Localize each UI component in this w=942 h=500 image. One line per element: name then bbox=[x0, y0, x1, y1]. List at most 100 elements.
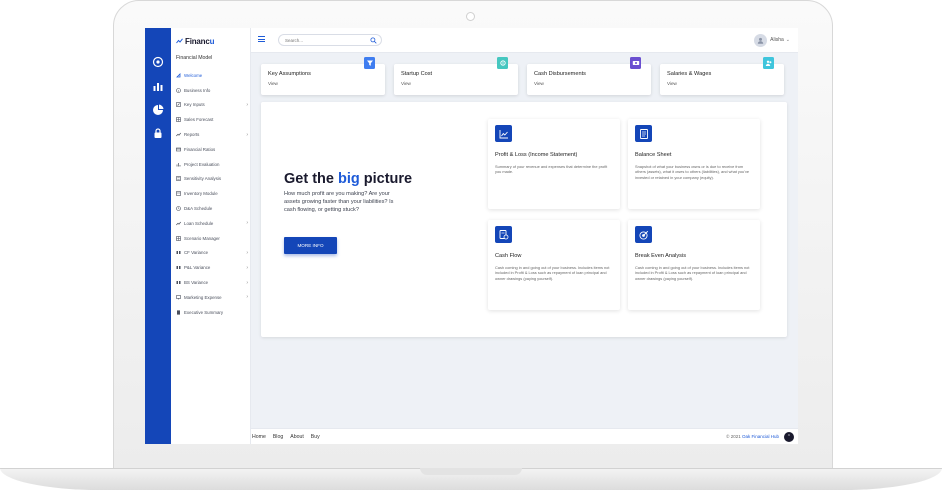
sidebar-item-p-l-variance[interactable]: P&L Variance › bbox=[176, 260, 248, 275]
sidebar-item-scenario-manager[interactable]: Scenario Manager bbox=[176, 231, 248, 246]
search-input[interactable] bbox=[285, 38, 365, 43]
dashboard-icon[interactable] bbox=[152, 56, 164, 68]
sidebar-item-bs-variance[interactable]: BS Variance › bbox=[176, 275, 248, 290]
copyright-brand[interactable]: Oak Financial Hub bbox=[742, 434, 779, 439]
sidebar-item-marketing-expense[interactable]: Marketing Expense › bbox=[176, 290, 248, 305]
laptop-notch bbox=[420, 468, 522, 475]
feature-card-icon bbox=[495, 226, 512, 243]
sidebar-item-sensitivity-analysis[interactable]: Sensitivity Analysis bbox=[176, 172, 248, 187]
feature-card-balance-sheet[interactable]: Balance Sheet Snapshot of what your busin… bbox=[628, 119, 760, 209]
key-card-cash-disbursements[interactable]: Cash Disbursements View bbox=[527, 57, 651, 95]
footer-links: Home Blog About Buy bbox=[252, 434, 320, 440]
sidebar-item-executive-summary[interactable]: Executive Summary bbox=[176, 305, 248, 320]
user-icon bbox=[757, 37, 764, 44]
clock-icon bbox=[176, 206, 181, 211]
user-menu[interactable]: Alisha ⌄ bbox=[754, 33, 790, 47]
footer-link-about[interactable]: About bbox=[290, 434, 304, 440]
bar-chart-icon bbox=[176, 162, 181, 167]
menu-toggle-icon[interactable] bbox=[258, 36, 265, 42]
feature-card-title: Cash Flow bbox=[495, 253, 522, 259]
analytics-icon[interactable] bbox=[152, 80, 164, 92]
app-screen: Financu Financial Model Welcome Business … bbox=[145, 28, 798, 444]
columns-icon bbox=[176, 251, 181, 255]
sidebar-item-label: Key Inputs bbox=[184, 102, 205, 108]
key-card-title: Salaries & Wages bbox=[667, 71, 712, 77]
sidebar-item-financial-ratios[interactable]: Financial Ratios bbox=[176, 142, 248, 157]
view-link[interactable]: View bbox=[401, 81, 411, 86]
columns-icon bbox=[176, 281, 181, 285]
chevron-right-icon: › bbox=[246, 264, 248, 271]
footer-link-blog[interactable]: Blog bbox=[273, 434, 283, 440]
footer-link-buy[interactable]: Buy bbox=[311, 434, 320, 440]
feature-card-icon bbox=[635, 226, 652, 243]
sidebar-item-label: Sensitivity Analysis bbox=[184, 176, 222, 182]
sidebar-item-reports[interactable]: Reports › bbox=[176, 127, 248, 142]
sidebar-section-title: Financial Model bbox=[176, 55, 213, 61]
cash-icon bbox=[499, 229, 508, 239]
grid-icon bbox=[176, 117, 181, 123]
feature-card-description: Snapshot of what your business owns or i… bbox=[635, 164, 750, 180]
sidebar: Financu Financial Model Welcome Business … bbox=[171, 28, 251, 444]
key-card-badge bbox=[763, 57, 774, 69]
feature-card-description: Summary of your revenue and expenses tha… bbox=[495, 164, 608, 175]
key-card-salaries-wages[interactable]: Salaries & Wages View bbox=[660, 57, 784, 95]
sidebar-item-label: CF Variance bbox=[184, 250, 209, 256]
sidebar-item-label: Business Info bbox=[184, 87, 211, 93]
people-icon bbox=[765, 60, 771, 66]
filter-icon bbox=[366, 60, 373, 66]
lock-icon[interactable] bbox=[152, 127, 164, 139]
overview-panel: Get the big picture How much profit are … bbox=[261, 102, 787, 337]
box-icon bbox=[176, 191, 181, 197]
sidebar-item-label: Financial Ratios bbox=[184, 146, 216, 152]
sidebar-item-welcome[interactable]: Welcome bbox=[176, 68, 248, 83]
view-link[interactable]: View bbox=[268, 81, 278, 86]
sidebar-item-sales-forecast[interactable]: Sales Forecast bbox=[176, 112, 248, 127]
document-icon bbox=[639, 128, 648, 139]
rocket-icon bbox=[176, 72, 181, 78]
feature-card-title: Break Even Analysis bbox=[635, 253, 686, 259]
doc-icon bbox=[177, 310, 180, 315]
sidebar-item-cf-variance[interactable]: CF Variance › bbox=[176, 246, 248, 261]
key-card-title: Cash Disbursements bbox=[534, 71, 586, 77]
hero-description: How much profit are you making? Are your… bbox=[284, 191, 394, 213]
feature-card-title: Profit & Loss (Income Statement) bbox=[495, 152, 578, 158]
trend-icon bbox=[176, 132, 181, 137]
feature-card-break-even-analysis[interactable]: Break Even Analysis Cash coming in and go… bbox=[628, 220, 760, 310]
sidebar-item-project-evaluation[interactable]: Project Evaluation bbox=[176, 157, 248, 172]
app-logo[interactable]: Financu bbox=[176, 37, 215, 46]
sidebar-item-loan-schedule[interactable]: Loan Schedule › bbox=[176, 216, 248, 231]
tag-icon bbox=[499, 60, 506, 66]
sidebar-item-business-info[interactable]: Business Info bbox=[176, 83, 248, 98]
copyright: © 2021 Oak Financial Hub bbox=[726, 434, 779, 439]
grid-icon bbox=[176, 235, 181, 241]
sidebar-item-d-a-schedule[interactable]: D&A Schedule bbox=[176, 201, 248, 216]
search-icon[interactable] bbox=[370, 37, 377, 44]
card-icon bbox=[176, 147, 181, 152]
footer-link-home[interactable]: Home bbox=[252, 434, 266, 440]
key-card-key-assumptions[interactable]: Key Assumptions View bbox=[261, 57, 385, 95]
feature-card-profit-loss-income-statement[interactable]: Profit & Loss (Income Statement) Summary … bbox=[488, 119, 620, 209]
feature-card-description: Cash coming in and going out of your bus… bbox=[635, 265, 750, 281]
pie-chart-icon[interactable] bbox=[152, 104, 164, 116]
sidebar-item-label: Loan Schedule bbox=[184, 220, 214, 226]
sidebar-item-label: Sales Forecast bbox=[184, 117, 214, 123]
top-bar: Alisha ⌄ bbox=[251, 28, 798, 53]
scroll-to-top-button[interactable]: ⌃ bbox=[784, 432, 794, 442]
sidebar-item-inventory-module[interactable]: Inventory Module bbox=[176, 186, 248, 201]
sidebar-item-label: Inventory Module bbox=[184, 191, 218, 197]
feature-card-description: Cash coming in and going out of your bus… bbox=[495, 265, 610, 281]
list-icon bbox=[176, 176, 181, 182]
feature-card-cash-flow[interactable]: Cash Flow Cash coming in and going out of… bbox=[488, 220, 620, 310]
view-link[interactable]: View bbox=[534, 81, 544, 86]
more-info-button[interactable]: MORE INFO bbox=[284, 237, 337, 254]
logo-accent: u bbox=[209, 37, 215, 46]
key-card-startup-cost[interactable]: Startup Cost View bbox=[394, 57, 518, 95]
chevron-right-icon: › bbox=[246, 249, 248, 256]
trend-icon bbox=[176, 221, 181, 226]
key-card-title: Startup Cost bbox=[401, 71, 433, 77]
sidebar-item-key-inputs[interactable]: Key Inputs › bbox=[176, 98, 248, 113]
view-link[interactable]: View bbox=[667, 81, 677, 86]
sidebar-item-label: Scenario Manager bbox=[184, 235, 220, 241]
sidebar-item-label: Reports bbox=[184, 132, 200, 138]
chevron-right-icon: › bbox=[246, 131, 248, 138]
